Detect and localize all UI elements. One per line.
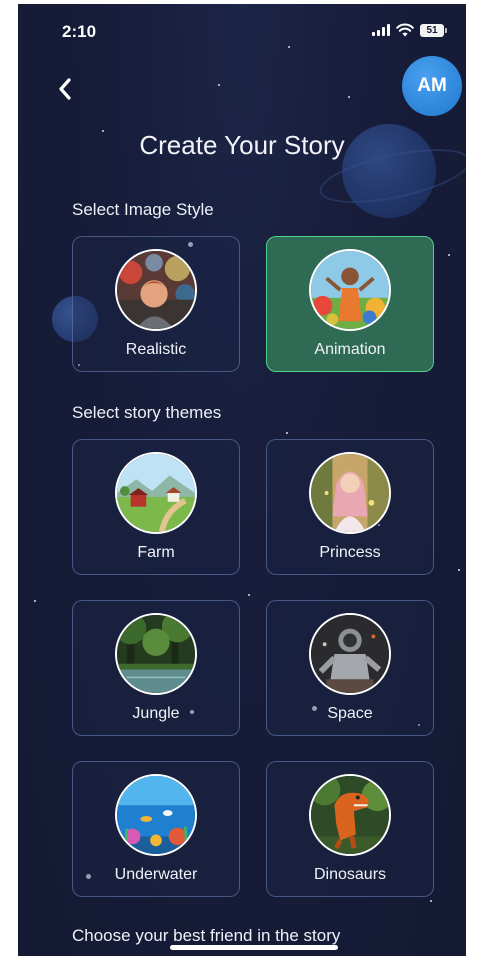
chevron-left-icon	[59, 78, 71, 100]
best-friend-heading: Choose your best friend in the story	[72, 926, 341, 945]
wifi-icon	[396, 23, 414, 37]
back-button[interactable]	[52, 74, 78, 104]
princess-theme-thumbnail	[309, 452, 391, 534]
star	[348, 96, 350, 98]
star	[430, 900, 432, 902]
theme-option-jungle[interactable]: Jungle	[72, 600, 240, 736]
cellular-signal-icon	[372, 24, 390, 36]
user-avatar-button[interactable]: AM	[402, 56, 462, 116]
star	[218, 84, 220, 86]
home-indicator[interactable]	[170, 945, 338, 950]
animation-style-thumbnail	[309, 249, 391, 331]
theme-label: Dinosaurs	[313, 866, 387, 883]
theme-label: Jungle	[132, 705, 180, 722]
theme-option-dinosaurs[interactable]: Dinosaurs	[266, 761, 434, 897]
battery-icon: 51	[420, 23, 447, 37]
theme-label: Farm	[137, 544, 175, 561]
jungle-theme-thumbnail	[115, 613, 197, 695]
dinosaurs-theme-thumbnail	[309, 774, 391, 856]
theme-option-princess[interactable]: Princess	[266, 439, 434, 575]
story-themes-heading: Select story themes	[72, 403, 222, 422]
app-screen: 2:10 51 AM Create Your Story Select Imag…	[18, 4, 466, 956]
style-label: Realistic	[125, 341, 187, 358]
theme-label: Space	[327, 705, 373, 722]
status-time: 2:10	[62, 22, 97, 41]
theme-option-space[interactable]: Space	[266, 600, 434, 736]
star	[248, 594, 250, 596]
status-bar: 2:10 51	[18, 4, 466, 54]
underwater-theme-thumbnail	[115, 774, 197, 856]
star	[448, 254, 450, 256]
theme-option-underwater[interactable]: Underwater	[72, 761, 240, 897]
style-label: Animation	[314, 341, 386, 358]
farm-theme-thumbnail	[115, 452, 197, 534]
theme-label: Underwater	[114, 866, 198, 883]
image-style-heading: Select Image Style	[72, 200, 214, 219]
realistic-style-thumbnail	[115, 249, 197, 331]
space-theme-thumbnail	[309, 613, 391, 695]
page-title: Create Your Story	[139, 130, 345, 160]
style-option-animation[interactable]: Animation	[266, 236, 434, 372]
status-icons: 51	[372, 23, 447, 37]
style-option-realistic[interactable]: Realistic	[72, 236, 240, 372]
star	[458, 569, 460, 571]
star	[34, 600, 36, 602]
theme-option-farm[interactable]: Farm	[72, 439, 240, 575]
star	[286, 432, 288, 434]
theme-label: Princess	[319, 544, 381, 561]
